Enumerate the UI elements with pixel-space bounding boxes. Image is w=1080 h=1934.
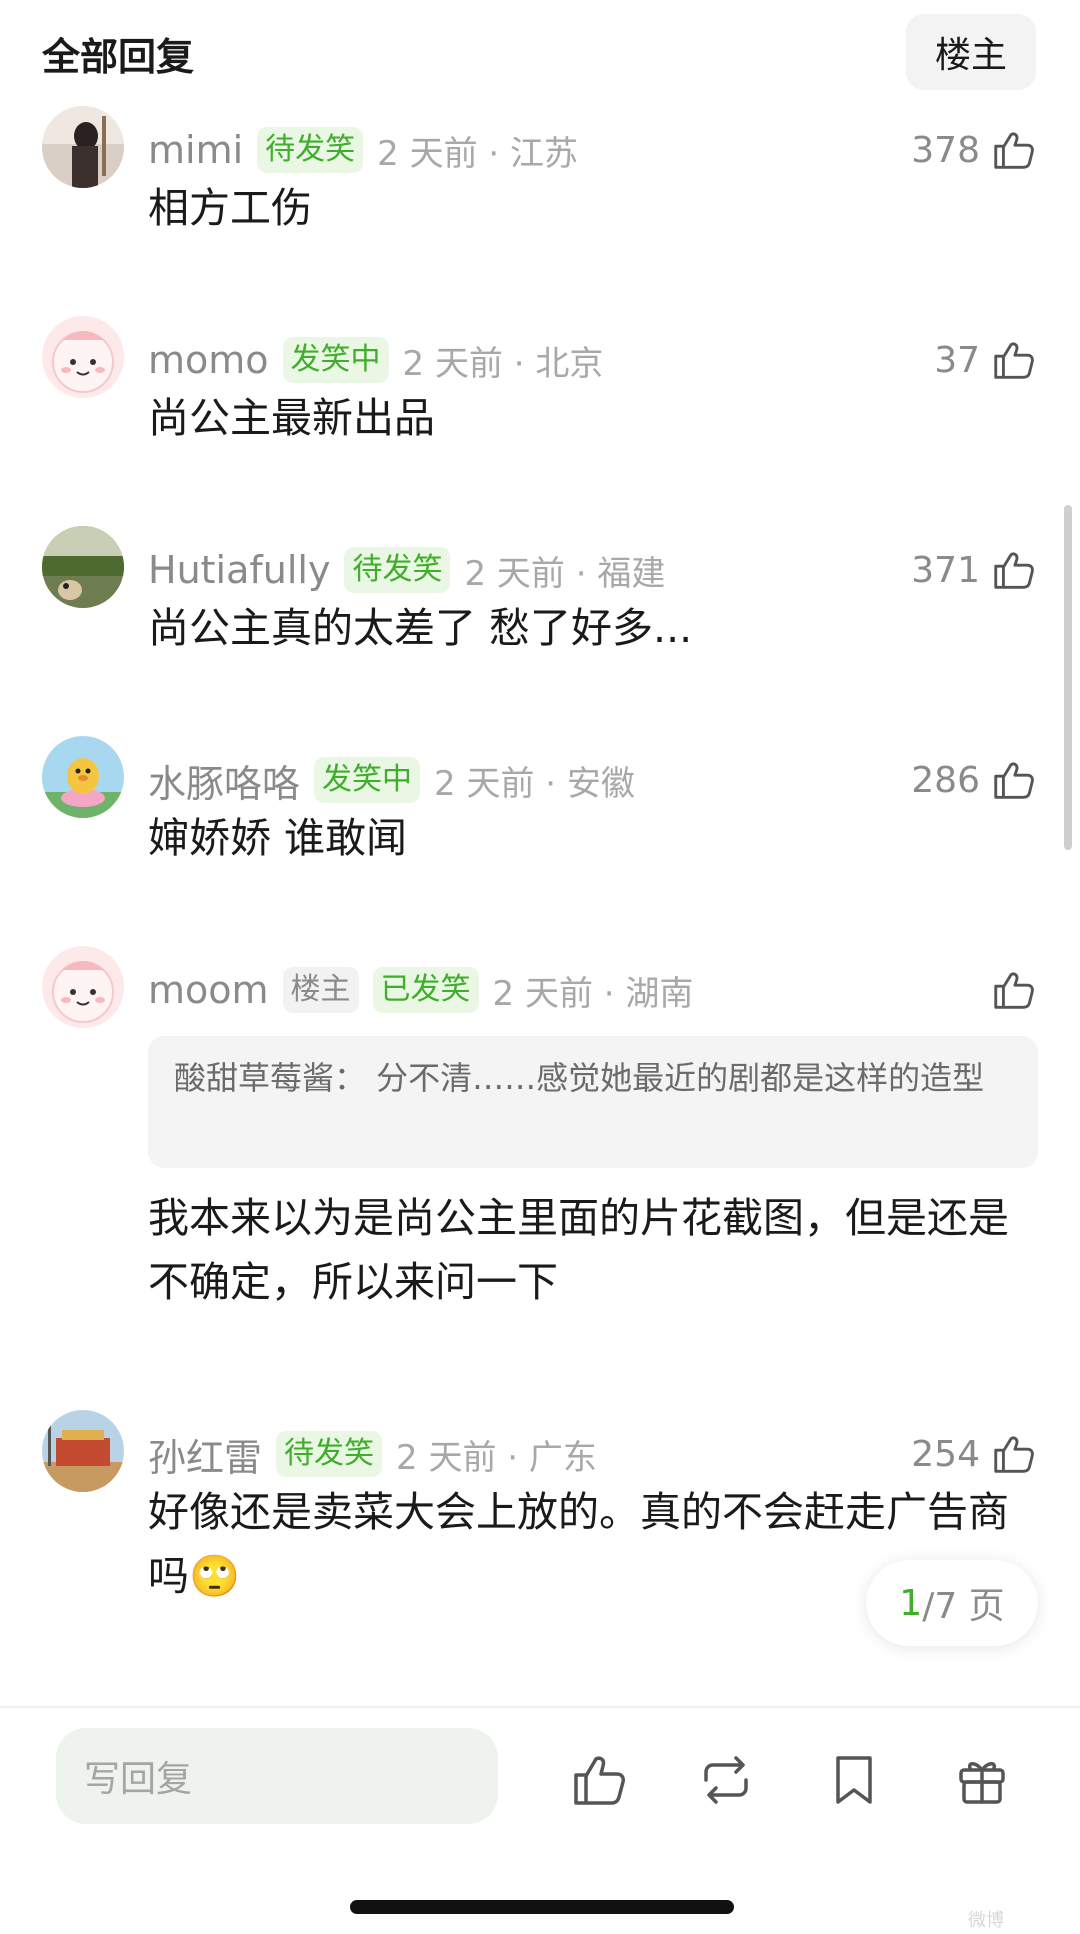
like-button[interactable]: 254	[911, 1426, 1036, 1482]
timestamp-location: 2 天前 · 福建	[464, 553, 666, 594]
status-badge: 已发笑	[372, 967, 479, 1013]
status-badge: 发笑中	[282, 337, 389, 383]
home-indicator[interactable]	[350, 1900, 734, 1914]
thumbs-up-icon	[994, 1436, 1034, 1473]
like-button[interactable]	[980, 962, 1036, 1018]
status-badge: 待发笑	[257, 127, 364, 173]
floor-owner-filter-button[interactable]: 楼主	[906, 14, 1036, 90]
like-button[interactable]: 378	[911, 122, 1036, 178]
username[interactable]: moom	[148, 968, 269, 1012]
username[interactable]: mimi	[148, 128, 243, 172]
timestamp-location: 2 天前 · 湖南	[492, 973, 694, 1014]
avatar[interactable]	[42, 1410, 124, 1492]
comment-text: 我本来以为是尚公主里面的片花截图，但是还是不确定，所以来问一下	[148, 1194, 1009, 1306]
like-button[interactable]: 286	[911, 752, 1036, 808]
comment-text: 尚公主真的太差了 愁了好多...	[148, 604, 693, 652]
timestamp-location: 2 天前 · 安徽	[434, 763, 635, 804]
status-badge: 发笑中	[314, 757, 421, 803]
timestamp-location: 2 天前 · 广东	[396, 1437, 597, 1478]
comment-meta: momo 发笑中 2 天前 · 北京	[148, 332, 603, 388]
status-badge: 待发笑	[344, 547, 451, 593]
thumbs-up-icon	[994, 552, 1034, 589]
bookmark-icon[interactable]	[824, 1750, 884, 1810]
status-badge: 待发笑	[276, 1431, 383, 1477]
like-count: 37	[934, 339, 980, 381]
comment-meta: mimi 待发笑 2 天前 · 江苏	[148, 122, 578, 178]
gift-icon[interactable]	[952, 1750, 1012, 1810]
avatar[interactable]	[42, 946, 124, 1028]
repost-icon[interactable]	[696, 1750, 756, 1810]
username[interactable]: Hutiafully	[148, 548, 330, 592]
comment-meta: moom 楼主 已发笑 2 天前 · 湖南	[148, 962, 693, 1018]
page-title: 全部回复	[42, 35, 195, 79]
comment-meta: 孙红雷 待发笑 2 天前 · 广东	[148, 1426, 597, 1482]
quoted-reply[interactable]: 酸甜草莓酱： 分不清……感觉她最近的剧都是这样的造型	[148, 1036, 1038, 1168]
floor-owner-badge: 楼主	[282, 967, 359, 1013]
thumbs-up-icon	[994, 762, 1034, 799]
thumbs-up-icon	[994, 972, 1034, 1009]
total-pages: /7 页	[922, 1586, 1005, 1627]
comment-meta: Hutiafully 待发笑 2 天前 · 福建	[148, 542, 665, 598]
comment-text: 婶娇娇 谁敢闻	[148, 814, 408, 862]
avatar[interactable]	[42, 316, 124, 398]
avatar[interactable]	[42, 526, 124, 608]
page-indicator[interactable]: 1/7 页	[866, 1560, 1038, 1646]
header: 全部回复 楼主	[0, 0, 1080, 110]
username[interactable]: 孙红雷	[148, 1427, 262, 1482]
like-count: 254	[911, 1433, 980, 1475]
thumbs-up-icon[interactable]	[568, 1750, 628, 1810]
thumbs-up-icon	[994, 342, 1034, 379]
watermark: 微博	[968, 1910, 1004, 1931]
like-count: 378	[911, 129, 980, 171]
like-count: 286	[911, 759, 980, 801]
thumbs-up-icon	[994, 132, 1034, 169]
comment-text: 尚公主最新出品	[148, 394, 435, 442]
avatar[interactable]	[42, 736, 124, 818]
comment-meta: 水豚咯咯 发笑中 2 天前 · 安徽	[148, 752, 635, 808]
comment-text: 相方工伤	[148, 184, 312, 232]
timestamp-location: 2 天前 · 北京	[402, 343, 604, 384]
avatar[interactable]	[42, 106, 124, 188]
username[interactable]: momo	[148, 338, 269, 382]
current-page: 1	[899, 1582, 923, 1624]
username[interactable]: 水豚咯咯	[148, 753, 300, 808]
divider	[0, 1706, 1080, 1708]
reply-input[interactable]: 写回复	[56, 1728, 498, 1824]
timestamp-location: 2 天前 · 江苏	[377, 133, 579, 174]
like-button[interactable]: 371	[911, 542, 1036, 598]
scrollbar[interactable]	[1064, 505, 1072, 850]
like-count: 371	[911, 549, 980, 591]
like-button[interactable]: 37	[934, 332, 1036, 388]
